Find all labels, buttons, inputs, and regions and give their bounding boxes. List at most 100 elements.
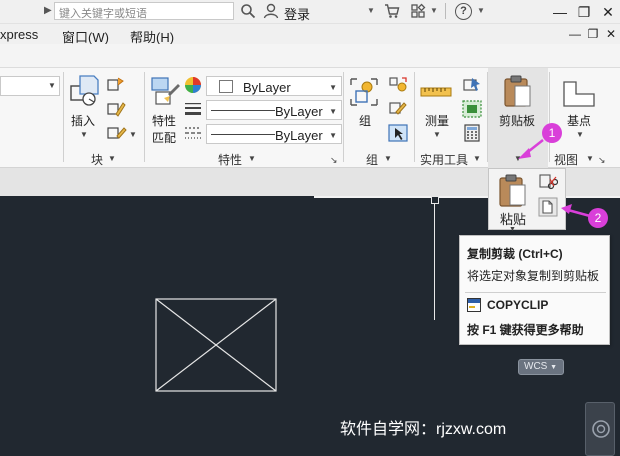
insert-caret-icon[interactable]: ▼	[80, 130, 88, 139]
properties-panel-title[interactable]: 特性	[218, 151, 242, 168]
doc-close-button[interactable]: ✕	[602, 25, 620, 43]
edit-attributes-icon[interactable]	[106, 124, 128, 142]
wcs-badge[interactable]: WCS ▼	[518, 359, 564, 375]
measure-label[interactable]: 测量	[425, 112, 449, 129]
menu-express[interactable]: xpress	[0, 27, 38, 42]
copyclip-tooltip: 复制剪裁 (Ctrl+C) 将选定对象复制到剪贴板 COPYCLIP 按 F1 …	[459, 235, 610, 345]
user-icon[interactable]	[263, 3, 279, 19]
group-icon[interactable]	[348, 76, 380, 108]
panel-separator	[63, 72, 64, 162]
callout-2: 2	[588, 208, 608, 228]
linetype-value: ByLayer	[275, 128, 323, 143]
block-panel-caret-icon[interactable]: ▼	[108, 154, 116, 163]
lineweight-sample	[211, 110, 275, 111]
color-dropdown[interactable]: ByLayer ▼	[206, 76, 342, 96]
apps-icon[interactable]	[410, 3, 426, 19]
utilities-panel-title[interactable]: 实用工具	[420, 151, 468, 168]
lineweight-dropdown[interactable]: ByLayer ▼	[206, 100, 342, 120]
color-wheel-icon[interactable]	[184, 76, 202, 94]
ribbon: ▼ 插入 ▼ ▼ 块 ▼ 特性 匹配 ByLayer ▼ ByLayer ▼ B…	[0, 68, 620, 168]
cart-icon[interactable]	[384, 3, 400, 19]
linetype-icon[interactable]	[184, 125, 202, 141]
view-panel-caret-icon[interactable]: ▼	[586, 154, 594, 163]
steering-wheel-icon[interactable]	[591, 419, 611, 439]
base-point-caret-icon[interactable]: ▼	[576, 130, 584, 139]
group-selection-icon[interactable]	[388, 124, 408, 142]
base-point-label[interactable]: 基点	[567, 112, 591, 129]
login-button[interactable]: 登录	[284, 4, 310, 23]
panel-separator	[414, 72, 415, 162]
copy-clip-icon[interactable]	[538, 197, 558, 217]
quick-select-icon[interactable]	[462, 76, 482, 94]
tooltip-title: 复制剪裁 (Ctrl+C)	[467, 247, 563, 261]
match-properties-icon[interactable]	[150, 76, 182, 108]
help-dropdown-caret-icon[interactable]: ▼	[477, 6, 485, 15]
groups-panel-title[interactable]: 组	[366, 151, 378, 168]
edit-block-icon[interactable]	[106, 100, 126, 118]
base-point-icon[interactable]	[562, 80, 596, 108]
panel-separator	[144, 72, 145, 162]
group-edit-icon[interactable]	[388, 100, 408, 118]
create-block-icon[interactable]	[106, 76, 126, 94]
paste-icon[interactable]	[497, 172, 527, 208]
close-button[interactable]: ✕	[598, 2, 618, 22]
group-label[interactable]: 组	[359, 112, 371, 129]
minimize-button[interactable]: —	[550, 2, 570, 22]
canvas-top-edge-line	[314, 196, 620, 198]
color-value: ByLayer	[243, 80, 291, 95]
utilities-panel-caret-icon[interactable]: ▼	[473, 154, 481, 163]
match-properties-label-1[interactable]: 特性	[152, 112, 176, 129]
cut-icon[interactable]	[538, 173, 558, 191]
block-panel-title[interactable]: 块	[91, 151, 103, 168]
separator	[445, 3, 446, 19]
restore-button[interactable]: ❐	[574, 2, 594, 22]
tooltip-help: 按 F1 键获得更多帮助	[467, 323, 584, 337]
watermark-text: 软件自学网：rjzxw.com	[340, 421, 507, 438]
linetype-sample	[211, 134, 275, 135]
select-all-icon[interactable]	[462, 100, 482, 118]
measure-icon[interactable]	[420, 82, 452, 102]
calculator-icon[interactable]	[462, 124, 482, 142]
insert-block-icon[interactable]	[68, 74, 102, 108]
menu-bar: xpress 窗口(W) 帮助(H) — ❐ ✕	[0, 24, 620, 45]
crosshair-vertical-line	[434, 200, 435, 320]
callout-1: 1	[542, 123, 562, 143]
clipboard-label[interactable]: 剪贴板	[499, 112, 535, 129]
view-launcher-icon[interactable]: ↘	[598, 155, 606, 166]
properties-panel-caret-icon[interactable]: ▼	[248, 154, 256, 163]
apps-dropdown-caret-icon[interactable]: ▼	[430, 6, 438, 15]
paste-caret-icon[interactable]: ▼	[509, 226, 516, 233]
lineweight-icon[interactable]	[184, 101, 202, 117]
properties-launcher-icon[interactable]: ↘	[330, 155, 338, 166]
navigation-bar[interactable]	[585, 402, 615, 456]
doc-restore-button[interactable]: ❐	[584, 25, 602, 43]
match-properties-label-2[interactable]: 匹配	[152, 129, 176, 146]
groups-panel-caret-icon[interactable]: ▼	[384, 154, 392, 163]
title-bar: ▶ 键入关键字或短语 登录 ▼ ▼ ? ▼ — ❐ ✕	[0, 0, 620, 24]
measure-caret-icon[interactable]: ▼	[433, 130, 441, 139]
lineweight-dropdown-caret-icon: ▼	[329, 107, 337, 116]
linetype-dropdown-caret-icon: ▼	[329, 131, 337, 140]
clipboard-icon[interactable]	[502, 74, 532, 108]
doc-minimize-button[interactable]: —	[566, 25, 584, 43]
login-dropdown-caret-icon[interactable]: ▼	[367, 6, 375, 15]
command-line-icon	[467, 298, 481, 312]
insert-label[interactable]: 插入	[71, 112, 95, 129]
ungroup-icon[interactable]	[388, 76, 408, 94]
tooltip-command: COPYCLIP	[487, 298, 549, 312]
clipboard-panel-caret-icon[interactable]: ▼	[514, 154, 522, 163]
view-panel-title[interactable]: 视图	[554, 151, 578, 168]
color-dropdown-caret-icon: ▼	[329, 83, 337, 92]
lineweight-value: ByLayer	[275, 104, 323, 119]
help-icon[interactable]: ?	[455, 3, 472, 20]
expand-arrow-icon[interactable]: ▶	[44, 5, 52, 16]
wcs-label: WCS	[524, 361, 548, 372]
crossed-rectangle-drawing[interactable]	[155, 298, 277, 392]
linetype-dropdown[interactable]: ByLayer ▼	[206, 124, 342, 144]
attributes-caret-icon[interactable]: ▼	[129, 130, 137, 139]
search-input[interactable]: 键入关键字或短语	[54, 2, 234, 20]
wcs-caret-icon: ▼	[550, 364, 558, 371]
layer-dropdown-caret-icon[interactable]: ▼	[48, 81, 56, 90]
search-icon[interactable]	[240, 3, 256, 19]
tooltip-divider	[465, 292, 606, 293]
